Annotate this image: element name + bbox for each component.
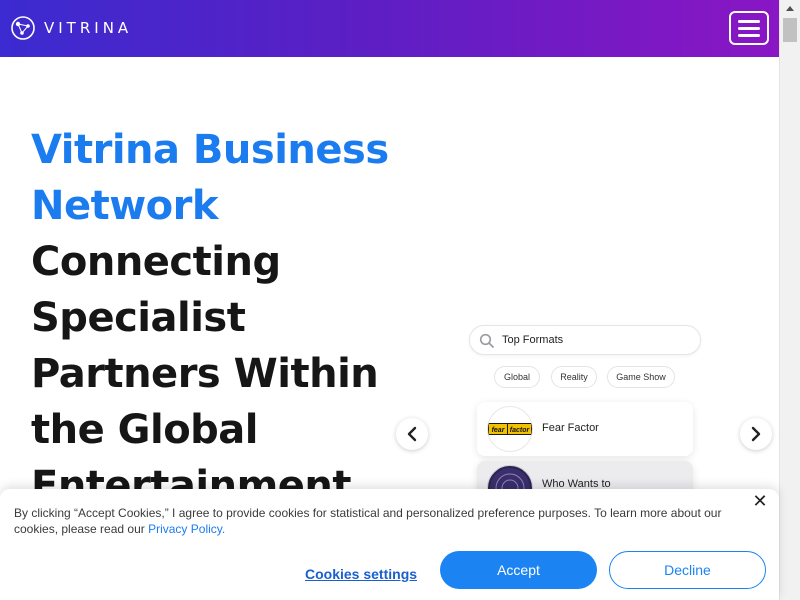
fear-factor-logo: fear factor <box>487 406 533 452</box>
cookies-settings-link[interactable]: Cookies settings <box>305 566 417 582</box>
hero-title-highlight-line: Network <box>31 183 219 229</box>
chevron-left-icon <box>407 426 417 442</box>
chevron-right-icon <box>751 426 761 442</box>
vitrina-logo[interactable]: VITRINA <box>10 15 132 41</box>
chip-game-show: Game Show <box>607 366 675 388</box>
carousel-next-button[interactable] <box>740 418 772 450</box>
chip-reality: Reality <box>551 366 597 388</box>
hero-title: Vitrina Business Network Connecting Spec… <box>31 122 411 514</box>
vitrina-globe-logo-icon <box>11 16 35 40</box>
search-icon <box>479 333 494 348</box>
hamburger-menu-icon <box>738 19 760 23</box>
hero-title-line: Partners Within <box>31 351 379 397</box>
accept-cookies-button[interactable]: Accept <box>440 551 597 589</box>
hamburger-menu-button[interactable] <box>729 11 769 45</box>
fear-factor-logo-icon: fear factor <box>488 423 532 435</box>
format-card-fear-factor: fear factor Fear Factor <box>477 402 693 456</box>
hero-title-line: Connecting <box>31 239 281 285</box>
page: VITRINA Vitrina Business Network Connect… <box>0 0 800 600</box>
hero-title-line: the Global <box>31 407 259 453</box>
decline-cookies-button[interactable]: Decline <box>609 551 766 589</box>
carousel-prev-button[interactable] <box>396 418 428 450</box>
scroll-up-arrow[interactable] <box>780 0 800 16</box>
cookie-text-body: By clicking “Accept Cookies,” I agree to… <box>14 506 722 536</box>
chip-global: Global <box>494 366 540 388</box>
cookie-consent-banner: ✕ By clicking “Accept Cookies,” I agree … <box>0 489 779 600</box>
top-navbar: VITRINA <box>0 0 779 57</box>
hero-title-highlight-line: Vitrina Business <box>31 127 389 173</box>
cookie-consent-text: By clicking “Accept Cookies,” I agree to… <box>14 505 754 537</box>
card-title: Fear Factor <box>542 422 599 434</box>
scroll-thumb[interactable] <box>783 18 797 42</box>
search-query-text: Top Formats <box>502 334 564 346</box>
privacy-policy-link[interactable]: Privacy Policy. <box>148 522 225 536</box>
page-scrollbar[interactable] <box>779 0 800 600</box>
showcase-search-box: Top Formats <box>469 325 701 355</box>
hero-title-line: Specialist <box>31 295 246 341</box>
svg-text:factor: factor <box>510 427 531 434</box>
logo-text: VITRINA <box>44 19 133 37</box>
svg-text:fear: fear <box>492 427 506 434</box>
